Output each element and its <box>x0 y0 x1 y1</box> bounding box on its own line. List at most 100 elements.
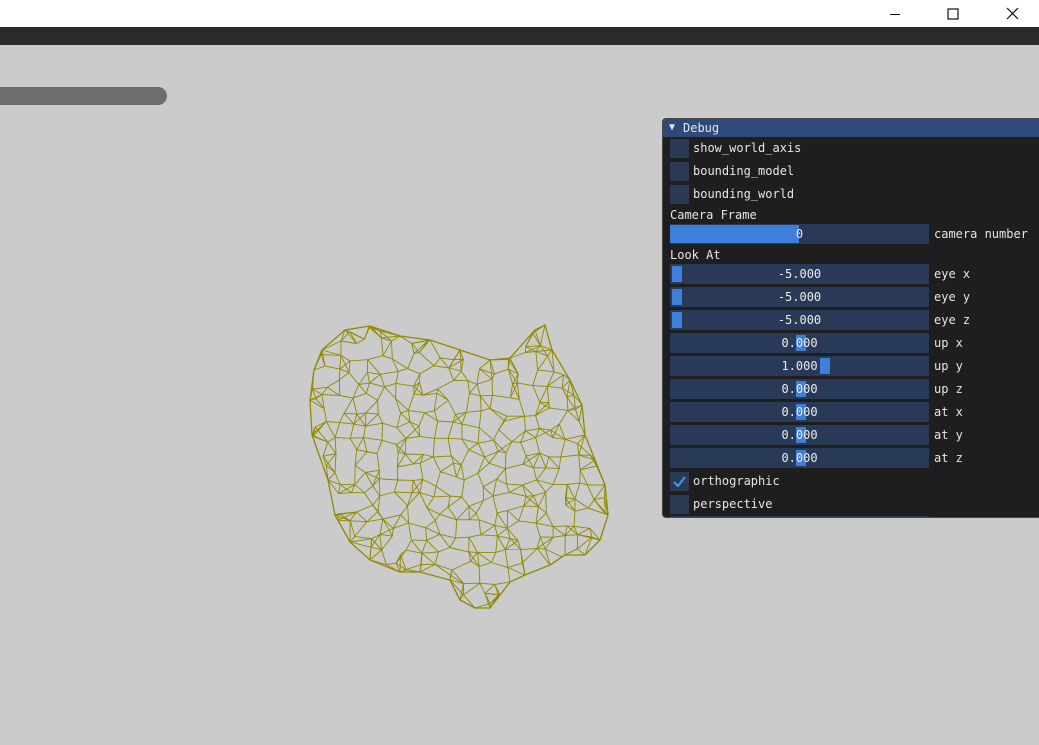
slider-eye-y[interactable]: -5.000 <box>670 287 929 307</box>
slider-eye-z[interactable]: -5.000 <box>670 310 929 330</box>
mesh-edge <box>365 412 379 415</box>
mesh-edge <box>407 353 415 369</box>
mesh-edge <box>412 479 423 481</box>
mesh-edge <box>411 480 414 493</box>
menu-bar <box>0 27 1039 45</box>
mesh-edge <box>532 369 539 386</box>
slider-value: 0.000 <box>781 451 818 465</box>
slider-label: up y <box>934 359 963 373</box>
mesh-edge <box>447 438 452 457</box>
mesh-edge <box>434 420 439 439</box>
mesh-edge <box>565 504 576 512</box>
mesh-edge <box>382 422 398 429</box>
mesh-edge <box>440 471 457 478</box>
mesh-edge <box>533 467 538 481</box>
mesh-edge <box>356 338 365 344</box>
mesh-edge <box>535 522 541 538</box>
mesh-edge <box>579 469 588 486</box>
slider-eye-x[interactable]: -5.000 <box>670 264 929 284</box>
window-titlebar <box>0 0 1039 27</box>
mesh-edge <box>339 355 342 370</box>
mesh-edge <box>348 372 360 385</box>
mesh-edge <box>394 491 408 506</box>
mesh-edge <box>419 563 436 573</box>
mesh-edge <box>497 535 506 550</box>
mesh-edge <box>534 324 546 331</box>
mesh-edge <box>507 505 524 511</box>
checkbox-label: orthographic <box>693 474 780 488</box>
mesh-edge <box>566 397 569 411</box>
slider-up-x[interactable]: 0.000 <box>670 333 929 353</box>
mesh-edge <box>520 437 536 443</box>
mesh-edge <box>476 384 481 396</box>
mesh-edge <box>504 452 507 469</box>
mesh-edge <box>426 496 435 509</box>
mesh-edge <box>518 520 537 524</box>
checkbox-box[interactable] <box>670 185 689 204</box>
checkbox-orthographic[interactable]: orthographic <box>663 471 1039 491</box>
minimize-button[interactable] <box>872 0 918 27</box>
mesh-edge <box>492 495 498 514</box>
close-button[interactable] <box>989 0 1035 27</box>
mesh-edge <box>334 422 341 438</box>
mesh-edge <box>453 463 457 478</box>
mesh-edge <box>354 484 365 494</box>
checkbox-bounding-world[interactable]: bounding_world <box>663 184 1039 204</box>
checkbox-bounding-model[interactable]: bounding_model <box>663 161 1039 181</box>
camera-number-slider[interactable]: 0 <box>670 224 929 244</box>
mesh-edge <box>456 476 465 481</box>
slider-at-z[interactable]: 0.000 <box>670 448 929 468</box>
mesh-edge <box>397 463 414 468</box>
collapse-arrow-icon[interactable]: ▼ <box>669 119 675 137</box>
mesh-edge <box>391 341 393 359</box>
mesh-edge <box>507 520 519 529</box>
mesh-edge <box>378 478 381 496</box>
mesh-edge <box>350 437 364 439</box>
mesh-edge <box>492 394 511 399</box>
slider-value: 1.000 <box>781 359 818 373</box>
mesh-edge <box>521 548 538 564</box>
mesh-edge <box>460 464 465 481</box>
mesh-edge <box>376 440 383 454</box>
slider-up-y[interactable]: 1.000 <box>670 356 929 376</box>
slider-at-x[interactable]: 0.000 <box>670 402 929 422</box>
mesh-edge <box>507 510 520 522</box>
mesh-edge <box>367 372 370 383</box>
slider-at-y[interactable]: 0.000 <box>670 425 929 445</box>
mesh-edge <box>358 384 367 394</box>
checkbox-show-world-axis[interactable]: show_world_axis <box>663 138 1039 158</box>
slider-row-up-x: 0.000 up x <box>663 333 1039 353</box>
debug-panel[interactable]: ▼ Debug show_world_axis bounding_model b… <box>662 118 1039 518</box>
collapsed-window-bar[interactable] <box>0 87 167 105</box>
checkbox-perspective[interactable]: perspective <box>663 494 1039 514</box>
slider-up-z[interactable]: 0.000 <box>670 379 929 399</box>
slider-row-up-z: 0.000 up z <box>663 379 1039 399</box>
mesh-edge <box>536 522 554 528</box>
mesh-edge <box>525 346 537 352</box>
mesh-edge <box>369 382 385 388</box>
debug-panel-titlebar[interactable]: ▼ Debug <box>663 119 1039 137</box>
checkbox-box[interactable] <box>670 495 689 514</box>
slider-label: at x <box>934 405 963 419</box>
mesh-edge <box>398 368 408 372</box>
mesh-edge <box>479 562 492 567</box>
mesh-edge <box>364 485 373 494</box>
mesh-edge <box>426 533 441 541</box>
mesh-edge <box>435 485 451 497</box>
mesh-edge <box>466 410 482 413</box>
maximize-button[interactable] <box>930 0 976 27</box>
mesh-edge <box>382 340 392 356</box>
checkbox-box[interactable] <box>670 139 689 158</box>
mesh-edge <box>327 472 336 481</box>
mesh-edge <box>574 482 581 500</box>
mesh-edge <box>354 451 368 466</box>
mesh-edge <box>418 412 426 427</box>
mesh-edge <box>434 551 439 565</box>
mesh-edge <box>434 513 440 521</box>
mesh-edge <box>494 584 501 596</box>
checkbox-box[interactable] <box>670 162 689 181</box>
look-at-heading: Look At <box>670 248 721 262</box>
checkbox-box[interactable] <box>670 472 689 491</box>
mesh-edge <box>461 480 465 498</box>
mesh-edge <box>468 551 478 553</box>
